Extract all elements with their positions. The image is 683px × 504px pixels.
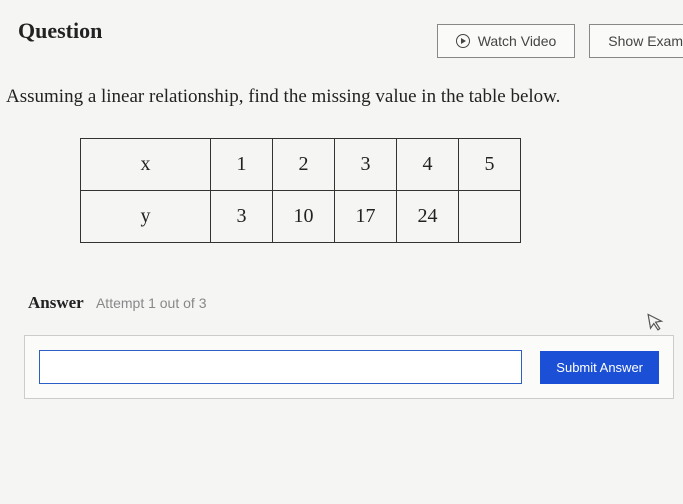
header-buttons: Watch Video Show Exam: [437, 24, 683, 58]
cell-x-3: 3: [335, 139, 397, 191]
question-prompt: Assuming a linear relationship, find the…: [0, 58, 683, 108]
cell-y-4: 24: [397, 191, 459, 243]
cell-y-3: 17: [335, 191, 397, 243]
cell-x-2: 2: [273, 139, 335, 191]
cell-y-5: [459, 191, 521, 243]
answer-input-area: Submit Answer: [24, 335, 674, 399]
attempt-text: Attempt 1 out of 3: [96, 295, 207, 311]
cell-x-5: 5: [459, 139, 521, 191]
show-exam-label: Show Exam: [608, 33, 683, 49]
cursor-icon: [647, 311, 667, 338]
row-label-y: y: [81, 191, 211, 243]
play-icon: [456, 34, 470, 48]
show-exam-button[interactable]: Show Exam: [589, 24, 683, 58]
question-heading: Question: [18, 18, 102, 44]
watch-video-button[interactable]: Watch Video: [437, 24, 576, 58]
row-label-x: x: [81, 139, 211, 191]
watch-video-label: Watch Video: [478, 33, 557, 49]
cell-y-2: 10: [273, 191, 335, 243]
cell-y-1: 3: [211, 191, 273, 243]
submit-answer-button[interactable]: Submit Answer: [540, 351, 659, 384]
table-row: x 1 2 3 4 5: [81, 139, 521, 191]
table-row: y 3 10 17 24: [81, 191, 521, 243]
answer-label: Answer: [28, 293, 84, 312]
data-table: x 1 2 3 4 5 y 3 10 17 24: [80, 138, 521, 243]
answer-input[interactable]: [39, 350, 522, 384]
cell-x-1: 1: [211, 139, 273, 191]
cell-x-4: 4: [397, 139, 459, 191]
